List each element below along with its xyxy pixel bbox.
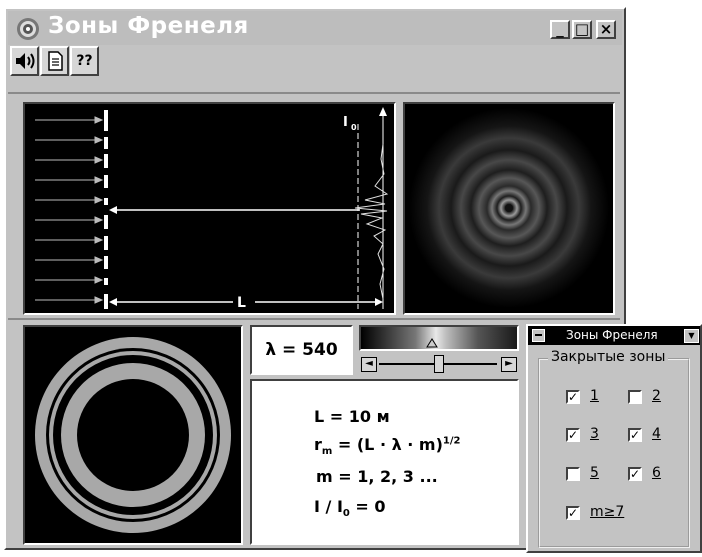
formula-intensity-a: I / I: [314, 497, 343, 516]
zones-panel-title: Зоны Френеля: [566, 328, 658, 342]
formula-panel: L = 10 м rm = (L · λ · m)1/2 m = 1, 2, 3…: [250, 379, 519, 545]
screen-pattern-view: [403, 102, 615, 315]
zone-label-1[interactable]: 1: [590, 388, 599, 404]
formula-radius-symbol: r: [314, 435, 322, 454]
middle-divider: [8, 318, 620, 320]
zone-checkbox-4[interactable]: ✓: [628, 428, 642, 442]
description-button[interactable]: [40, 46, 69, 76]
speaker-icon: [15, 53, 34, 69]
spectrum-strip: [359, 325, 519, 351]
wavelength-marker-icon: [426, 338, 438, 348]
zone-plate: [35, 337, 231, 533]
chevron-down-icon[interactable]: ▼: [684, 329, 699, 343]
wavelength-display: λ = 540 нм: [250, 325, 353, 406]
zone-checkbox-6[interactable]: ✓: [628, 467, 642, 481]
wavelength-slider[interactable]: ◄ ►: [359, 353, 519, 375]
diffraction-diagram: I 0 L: [23, 102, 396, 315]
zone-label-2[interactable]: 2: [652, 388, 661, 404]
zone-checkbox-2[interactable]: [628, 390, 642, 404]
formula-intensity-b: = 0: [349, 497, 386, 516]
formula-radius-exp: 1/2: [442, 435, 461, 447]
minimize-button[interactable]: _: [550, 20, 570, 39]
maximize-button[interactable]: □: [572, 20, 592, 39]
zone-label-6[interactable]: 6: [652, 465, 661, 481]
formula-m-values: m = 1, 2, 3 ...: [316, 467, 438, 486]
zones-panel-titlebar[interactable]: Зоны Френеля ▼: [528, 326, 700, 345]
slider-right-button[interactable]: ►: [501, 357, 517, 372]
formula-radius-sub: m: [321, 446, 333, 458]
distance-label: L: [237, 295, 246, 311]
zone-checkbox-1[interactable]: ✓: [566, 390, 580, 404]
zone-label-5[interactable]: 5: [590, 465, 599, 481]
formula-distance: L = 10 м: [314, 407, 390, 426]
zone-label-4[interactable]: 4: [652, 426, 661, 442]
diffraction-pattern: [409, 108, 609, 308]
zone-checkbox-5[interactable]: [566, 467, 580, 481]
slider-left-button[interactable]: ◄: [361, 357, 377, 372]
zones-panel: Зоны Френеля ▼ Закрытые зоны ✓ 1 2 ✓ 3 ✓ 4 5 ✓ 6 ✓…: [526, 324, 702, 553]
panel-menu-button[interactable]: [532, 329, 545, 342]
close-button[interactable]: ×: [596, 20, 616, 39]
closed-zones-group: Закрытые зоны ✓ 1 2 ✓ 3 ✓ 4 5 ✓ 6 ✓ m≥7: [538, 349, 690, 548]
zone-checkbox-7[interactable]: ✓: [566, 506, 580, 520]
sound-button[interactable]: [10, 46, 39, 76]
formula-radius: rm = (L · λ · m)1/2: [314, 435, 461, 457]
formula-intensity-sub: 0: [342, 508, 350, 520]
window-title: Зоны Френеля: [48, 13, 249, 39]
slider-thumb[interactable]: [434, 355, 444, 373]
fresnel-app-icon: [17, 18, 39, 40]
zone-plate-view: [23, 325, 243, 545]
help-label: ??: [76, 53, 93, 69]
formula-intensity: I / I0 = 0: [314, 497, 386, 519]
formula-radius-expr: = (L · λ · m): [332, 435, 443, 454]
zone-label-3[interactable]: 3: [590, 426, 599, 442]
toolbar-divider: [8, 92, 620, 94]
zone-label-7[interactable]: m≥7: [590, 504, 624, 520]
intensity-label: I: [343, 115, 348, 130]
document-icon: [47, 51, 63, 71]
diagram-canvas: I 0 L: [35, 107, 389, 311]
closed-zones-label: Закрытые зоны: [548, 349, 669, 365]
title-bar[interactable]: Зоны Френеля _ □ ×: [8, 11, 622, 45]
intensity-subscript: 0: [351, 123, 357, 132]
help-button[interactable]: ??: [70, 46, 99, 76]
zone-checkbox-3[interactable]: ✓: [566, 428, 580, 442]
